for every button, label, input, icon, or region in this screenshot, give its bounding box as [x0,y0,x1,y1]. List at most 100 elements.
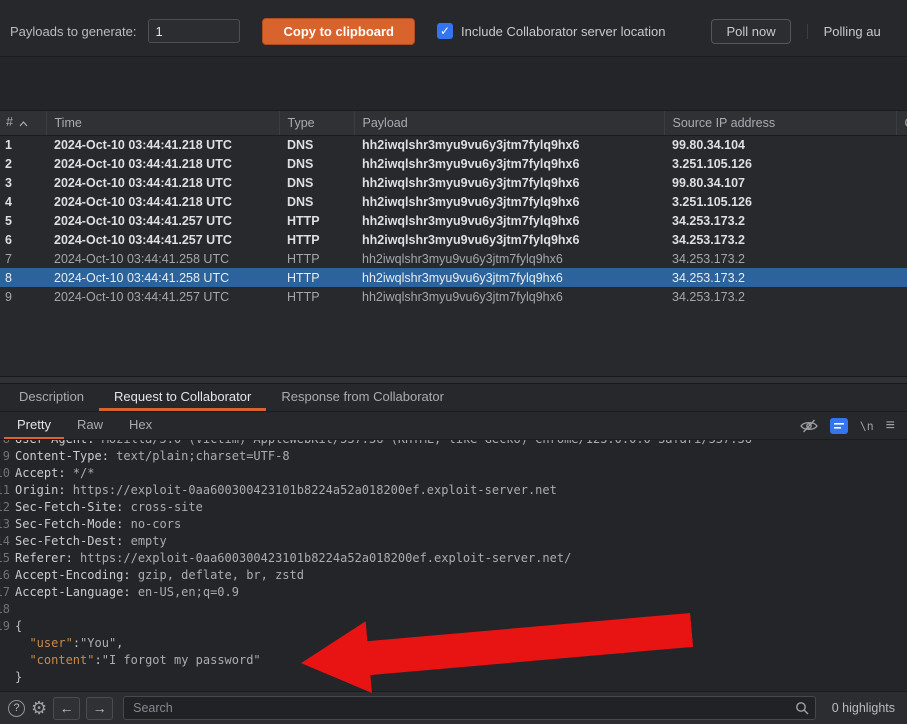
copy-to-clipboard-button[interactable]: Copy to clipboard [262,18,415,45]
render-toggle-icon[interactable] [830,412,848,439]
cell-payload[interactable]: hh2iwqlshr3myu9vu6y3jtm7fylq9hx6 [354,287,664,306]
cell-comment[interactable] [896,135,907,154]
cell-number[interactable]: 5 [0,211,46,230]
editor-menu-icon[interactable]: ≡ [886,412,895,439]
cell-payload[interactable]: hh2iwqlshr3myu9vu6y3jtm7fylq9hx6 [354,211,664,230]
cell-type[interactable]: DNS [279,192,354,211]
highlights-count: 0 highlights [832,701,895,715]
cell-source-ip[interactable]: 34.253.173.2 [664,230,896,249]
cell-payload[interactable]: hh2iwqlshr3myu9vu6y3jtm7fylq9hx6 [354,173,664,192]
cell-comment[interactable] [896,230,907,249]
cell-time[interactable]: 2024-Oct-10 03:44:41.257 UTC [46,211,279,230]
cell-time[interactable]: 2024-Oct-10 03:44:41.257 UTC [46,287,279,306]
cell-payload[interactable]: hh2iwqlshr3myu9vu6y3jtm7fylq9hx6 [354,192,664,211]
tab-description[interactable]: Description [4,384,99,411]
cell-number[interactable]: 4 [0,192,46,211]
poll-now-button[interactable]: Poll now [711,19,790,44]
cell-type[interactable]: DNS [279,135,354,154]
table-row[interactable]: 5 2024-Oct-10 03:44:41.257 UTC HTTP hh2i… [0,211,907,230]
cell-comment[interactable] [896,173,907,192]
cell-source-ip[interactable]: 34.253.173.2 [664,211,896,230]
gear-icon[interactable]: ⚙ [31,699,47,717]
checkbox-checked-icon[interactable]: ✓ [437,23,453,39]
search-input[interactable] [123,696,816,720]
cell-comment[interactable] [896,287,907,306]
payloads-count-input[interactable] [148,19,240,43]
cell-number[interactable]: 6 [0,230,46,249]
cell-source-ip[interactable]: 99.80.34.104 [664,135,896,154]
table-row[interactable]: 8 2024-Oct-10 03:44:41.258 UTC HTTP hh2i… [0,268,907,287]
cell-source-ip[interactable]: 99.80.34.107 [664,173,896,192]
cell-type[interactable]: HTTP [279,211,354,230]
cell-number[interactable]: 2 [0,154,46,173]
cell-type[interactable]: DNS [279,173,354,192]
mode-raw[interactable]: Raw [64,412,116,439]
cell-comment[interactable] [896,154,907,173]
column-header-number[interactable]: # [0,111,46,135]
cell-number[interactable]: 1 [0,135,46,154]
cell-comment[interactable] [896,268,907,287]
cell-time[interactable]: 2024-Oct-10 03:44:41.258 UTC [46,249,279,268]
table-row[interactable]: 3 2024-Oct-10 03:44:41.218 UTC DNS hh2iw… [0,173,907,192]
cell-payload[interactable]: hh2iwqlshr3myu9vu6y3jtm7fylq9hx6 [354,230,664,249]
editor-line: 10Accept: */* [0,465,907,482]
help-icon[interactable]: ? [8,700,25,717]
cell-time[interactable]: 2024-Oct-10 03:44:41.258 UTC [46,268,279,287]
cell-type[interactable]: HTTP [279,287,354,306]
cell-time[interactable]: 2024-Oct-10 03:44:41.257 UTC [46,230,279,249]
table-row[interactable]: 2 2024-Oct-10 03:44:41.218 UTC DNS hh2iw… [0,154,907,173]
line-text: Referer: https://exploit-0aa600300423101… [15,551,571,565]
mode-bar-spacer [165,412,788,439]
editor-line: 18 [0,601,907,618]
cell-type[interactable]: HTTP [279,268,354,287]
column-header-source-ip[interactable]: Source IP address [664,111,896,135]
cell-comment[interactable] [896,249,907,268]
table-row[interactable]: 6 2024-Oct-10 03:44:41.257 UTC HTTP hh2i… [0,230,907,249]
previous-match-button[interactable]: ← [53,697,80,720]
table-row[interactable]: 9 2024-Oct-10 03:44:41.257 UTC HTTP hh2i… [0,287,907,306]
cell-number[interactable]: 8 [0,268,46,287]
table-row[interactable]: 4 2024-Oct-10 03:44:41.218 UTC DNS hh2iw… [0,192,907,211]
cell-source-ip[interactable]: 34.253.173.2 [664,287,896,306]
cell-payload[interactable]: hh2iwqlshr3myu9vu6y3jtm7fylq9hx6 [354,154,664,173]
panel-splitter[interactable] [0,376,907,384]
table-row[interactable]: 1 2024-Oct-10 03:44:41.218 UTC DNS hh2iw… [0,135,907,154]
search-field-wrap [123,696,816,720]
tab-request-to-collaborator[interactable]: Request to Collaborator [99,384,266,411]
column-header-comment[interactable]: C [896,111,907,135]
cell-type[interactable]: DNS [279,154,354,173]
cell-comment[interactable] [896,192,907,211]
cell-time[interactable]: 2024-Oct-10 03:44:41.218 UTC [46,173,279,192]
cell-comment[interactable] [896,211,907,230]
column-header-type[interactable]: Type [279,111,354,135]
table-row[interactable]: 7 2024-Oct-10 03:44:41.258 UTC HTTP hh2i… [0,249,907,268]
cell-type[interactable]: HTTP [279,249,354,268]
request-editor[interactable]: 8User-Agent: Mozilla/5.0 (Victim) AppleW… [0,440,907,691]
include-server-location-checkbox[interactable]: ✓ Include Collaborator server location [437,23,666,39]
polling-status-text: Polling au [807,24,881,39]
mode-hex[interactable]: Hex [116,412,165,439]
line-number: 11 [0,482,10,499]
cell-number[interactable]: 9 [0,287,46,306]
cell-time[interactable]: 2024-Oct-10 03:44:41.218 UTC [46,192,279,211]
cell-number[interactable]: 7 [0,249,46,268]
cell-source-ip[interactable]: 3.251.105.126 [664,154,896,173]
mode-pretty[interactable]: Pretty [4,412,64,439]
next-match-button[interactable]: → [86,697,113,720]
show-newlines-icon[interactable]: \n [860,412,874,439]
cell-payload[interactable]: hh2iwqlshr3myu9vu6y3jtm7fylq9hx6 [354,268,664,287]
cell-source-ip[interactable]: 34.253.173.2 [664,268,896,287]
cell-type[interactable]: HTTP [279,230,354,249]
cell-source-ip[interactable]: 34.253.173.2 [664,249,896,268]
cell-payload[interactable]: hh2iwqlshr3myu9vu6y3jtm7fylq9hx6 [354,135,664,154]
column-header-payload[interactable]: Payload [354,111,664,135]
cell-number[interactable]: 3 [0,173,46,192]
cell-source-ip[interactable]: 3.251.105.126 [664,192,896,211]
editor-line: 11Origin: https://exploit-0aa60030042310… [0,482,907,499]
cell-payload[interactable]: hh2iwqlshr3myu9vu6y3jtm7fylq9hx6 [354,249,664,268]
column-header-time[interactable]: Time [46,111,279,135]
cell-time[interactable]: 2024-Oct-10 03:44:41.218 UTC [46,154,279,173]
tab-response-from-collaborator[interactable]: Response from Collaborator [266,384,459,411]
cell-time[interactable]: 2024-Oct-10 03:44:41.218 UTC [46,135,279,154]
hide-highlights-icon[interactable] [800,412,818,439]
